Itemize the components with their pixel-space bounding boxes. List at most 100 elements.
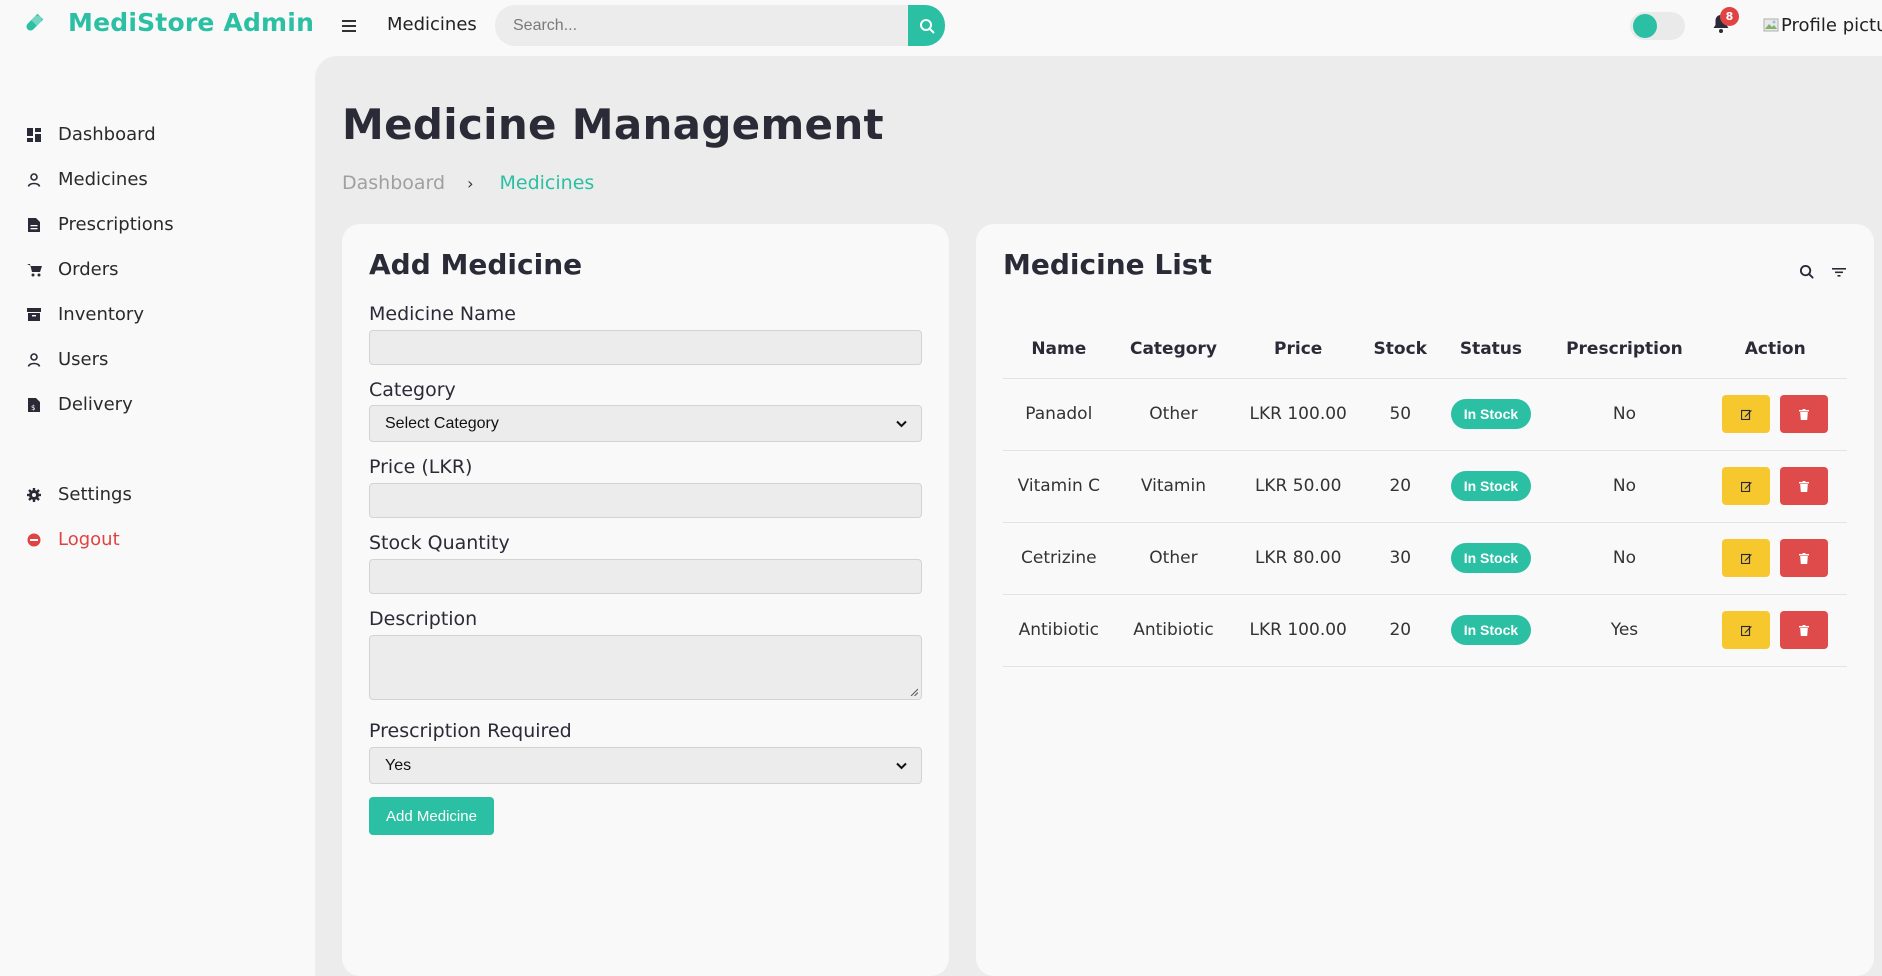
cell-stock: 20 [1364,594,1437,667]
cell-name: Panadol [1003,378,1115,451]
cell-prescription: No [1545,450,1704,523]
add-medicine-card: Add Medicine Medicine Name Category Sele… [342,224,949,976]
cell-price: LKR 80.00 [1232,522,1365,595]
cell-stock: 30 [1364,522,1437,595]
status-badge: In Stock [1450,399,1532,429]
sidebar [0,56,315,976]
medicine-name-field[interactable] [369,330,922,365]
sidebar-item-orders[interactable]: Orders [26,259,119,280]
price-field[interactable] [369,483,922,518]
invoice-icon: $ [26,397,42,413]
avatar[interactable]: Profile picture [1763,15,1882,36]
theme-toggle[interactable] [1630,12,1685,40]
delete-button[interactable] [1780,395,1829,433]
stock-quantity-label: Stock Quantity [369,532,510,554]
cell-actions [1703,378,1847,451]
search-button[interactable] [908,5,945,46]
edit-button[interactable] [1722,539,1771,577]
pill-icon [22,11,46,35]
add-medicine-title: Add Medicine [369,248,583,281]
profile-alt-text: Profile picture [1781,15,1882,36]
cell-price: LKR 100.00 [1232,594,1365,667]
column-header-prescription[interactable]: Prescription [1545,320,1704,379]
stock-quantity-field[interactable] [369,559,922,594]
edit-button[interactable] [1722,611,1771,649]
cell-actions [1703,522,1847,595]
category-selected-value: Select Category [385,414,499,432]
delete-button[interactable] [1780,611,1829,649]
resize-handle-icon[interactable] [910,688,918,696]
column-header-stock[interactable]: Stock [1364,320,1437,379]
trash-icon [1799,624,1810,636]
file-icon [26,217,42,233]
category-label: Category [369,379,456,401]
edit-button[interactable] [1722,395,1771,433]
cell-name: Cetrizine [1003,522,1115,595]
cell-name: Antibiotic [1003,594,1115,667]
trash-icon [1799,480,1810,492]
breadcrumb-link-dashboard[interactable]: Dashboard [342,172,445,194]
status-badge: In Stock [1450,471,1532,501]
table-row: Cetrizine Other LKR 80.00 30 In Stock No [1003,522,1847,595]
sidebar-item-label: Inventory [58,304,144,325]
sidebar-item-label: Logout [58,529,120,550]
category-select[interactable]: Select Category [369,405,922,442]
sidebar-item-prescriptions[interactable]: Prescriptions [26,214,174,235]
cell-prescription: No [1545,378,1704,451]
cell-status: In Stock [1436,378,1546,451]
breadcrumb-current: Medicines [499,172,595,194]
description-label: Description [369,608,478,630]
menu-toggle-icon[interactable] [342,16,360,36]
medicine-name-label: Medicine Name [369,303,516,325]
trash-icon [1799,408,1810,420]
cell-status: In Stock [1436,522,1546,595]
prescription-selected-value: Yes [385,756,412,774]
medicine-table: Name Category Price Stock Status Prescri… [1003,320,1847,667]
cell-category: Other [1114,522,1233,595]
sidebar-item-dashboard[interactable]: Dashboard [26,124,156,145]
table-row: Vitamin C Vitamin LKR 50.00 20 In Stock … [1003,450,1847,523]
search-bar [495,5,945,46]
filter-icon[interactable] [1832,266,1846,278]
column-header-status[interactable]: Status [1436,320,1546,379]
sidebar-item-label: Delivery [58,394,133,415]
sidebar-item-label: Settings [58,484,132,505]
delete-button[interactable] [1780,467,1829,505]
broken-image-icon [1763,17,1779,33]
edit-button[interactable] [1722,467,1771,505]
brand[interactable]: MediStore Admin [22,8,314,37]
cell-status: In Stock [1436,594,1546,667]
edit-icon [1740,481,1752,492]
page-title: Medicine Management [342,100,884,149]
cell-prescription: Yes [1545,594,1704,667]
search-input[interactable] [495,16,895,35]
edit-icon [1740,625,1752,636]
user-icon [26,352,42,368]
sidebar-item-settings[interactable]: Settings [26,484,132,505]
sidebar-item-inventory[interactable]: Inventory [26,304,144,325]
gear-icon [26,487,42,503]
user-icon [26,172,42,188]
logout-icon [26,532,42,548]
archive-box-icon [26,307,42,323]
svg-text:$: $ [31,404,35,412]
column-header-price[interactable]: Price [1232,320,1365,379]
trash-icon [1799,552,1810,564]
notification-badge: 8 [1720,7,1739,26]
sidebar-item-label: Dashboard [58,124,156,145]
sidebar-item-medicines[interactable]: Medicines [26,169,148,190]
column-header-name[interactable]: Name [1003,320,1115,379]
prescription-required-select[interactable]: Yes [369,747,922,784]
dashboard-grid-icon [26,127,42,143]
add-medicine-button[interactable]: Add Medicine [369,797,494,835]
delete-button[interactable] [1780,539,1829,577]
sidebar-item-logout[interactable]: Logout [26,529,120,550]
sidebar-item-delivery[interactable]: $ Delivery [26,394,133,415]
sidebar-item-users[interactable]: Users [26,349,108,370]
column-header-category[interactable]: Category [1114,320,1233,379]
description-textarea[interactable] [369,635,922,700]
chevron-right-icon: › [467,173,474,193]
cell-name: Vitamin C [1003,450,1115,523]
table-row: Panadol Other LKR 100.00 50 In Stock No [1003,378,1847,451]
search-icon[interactable] [1799,264,1814,279]
